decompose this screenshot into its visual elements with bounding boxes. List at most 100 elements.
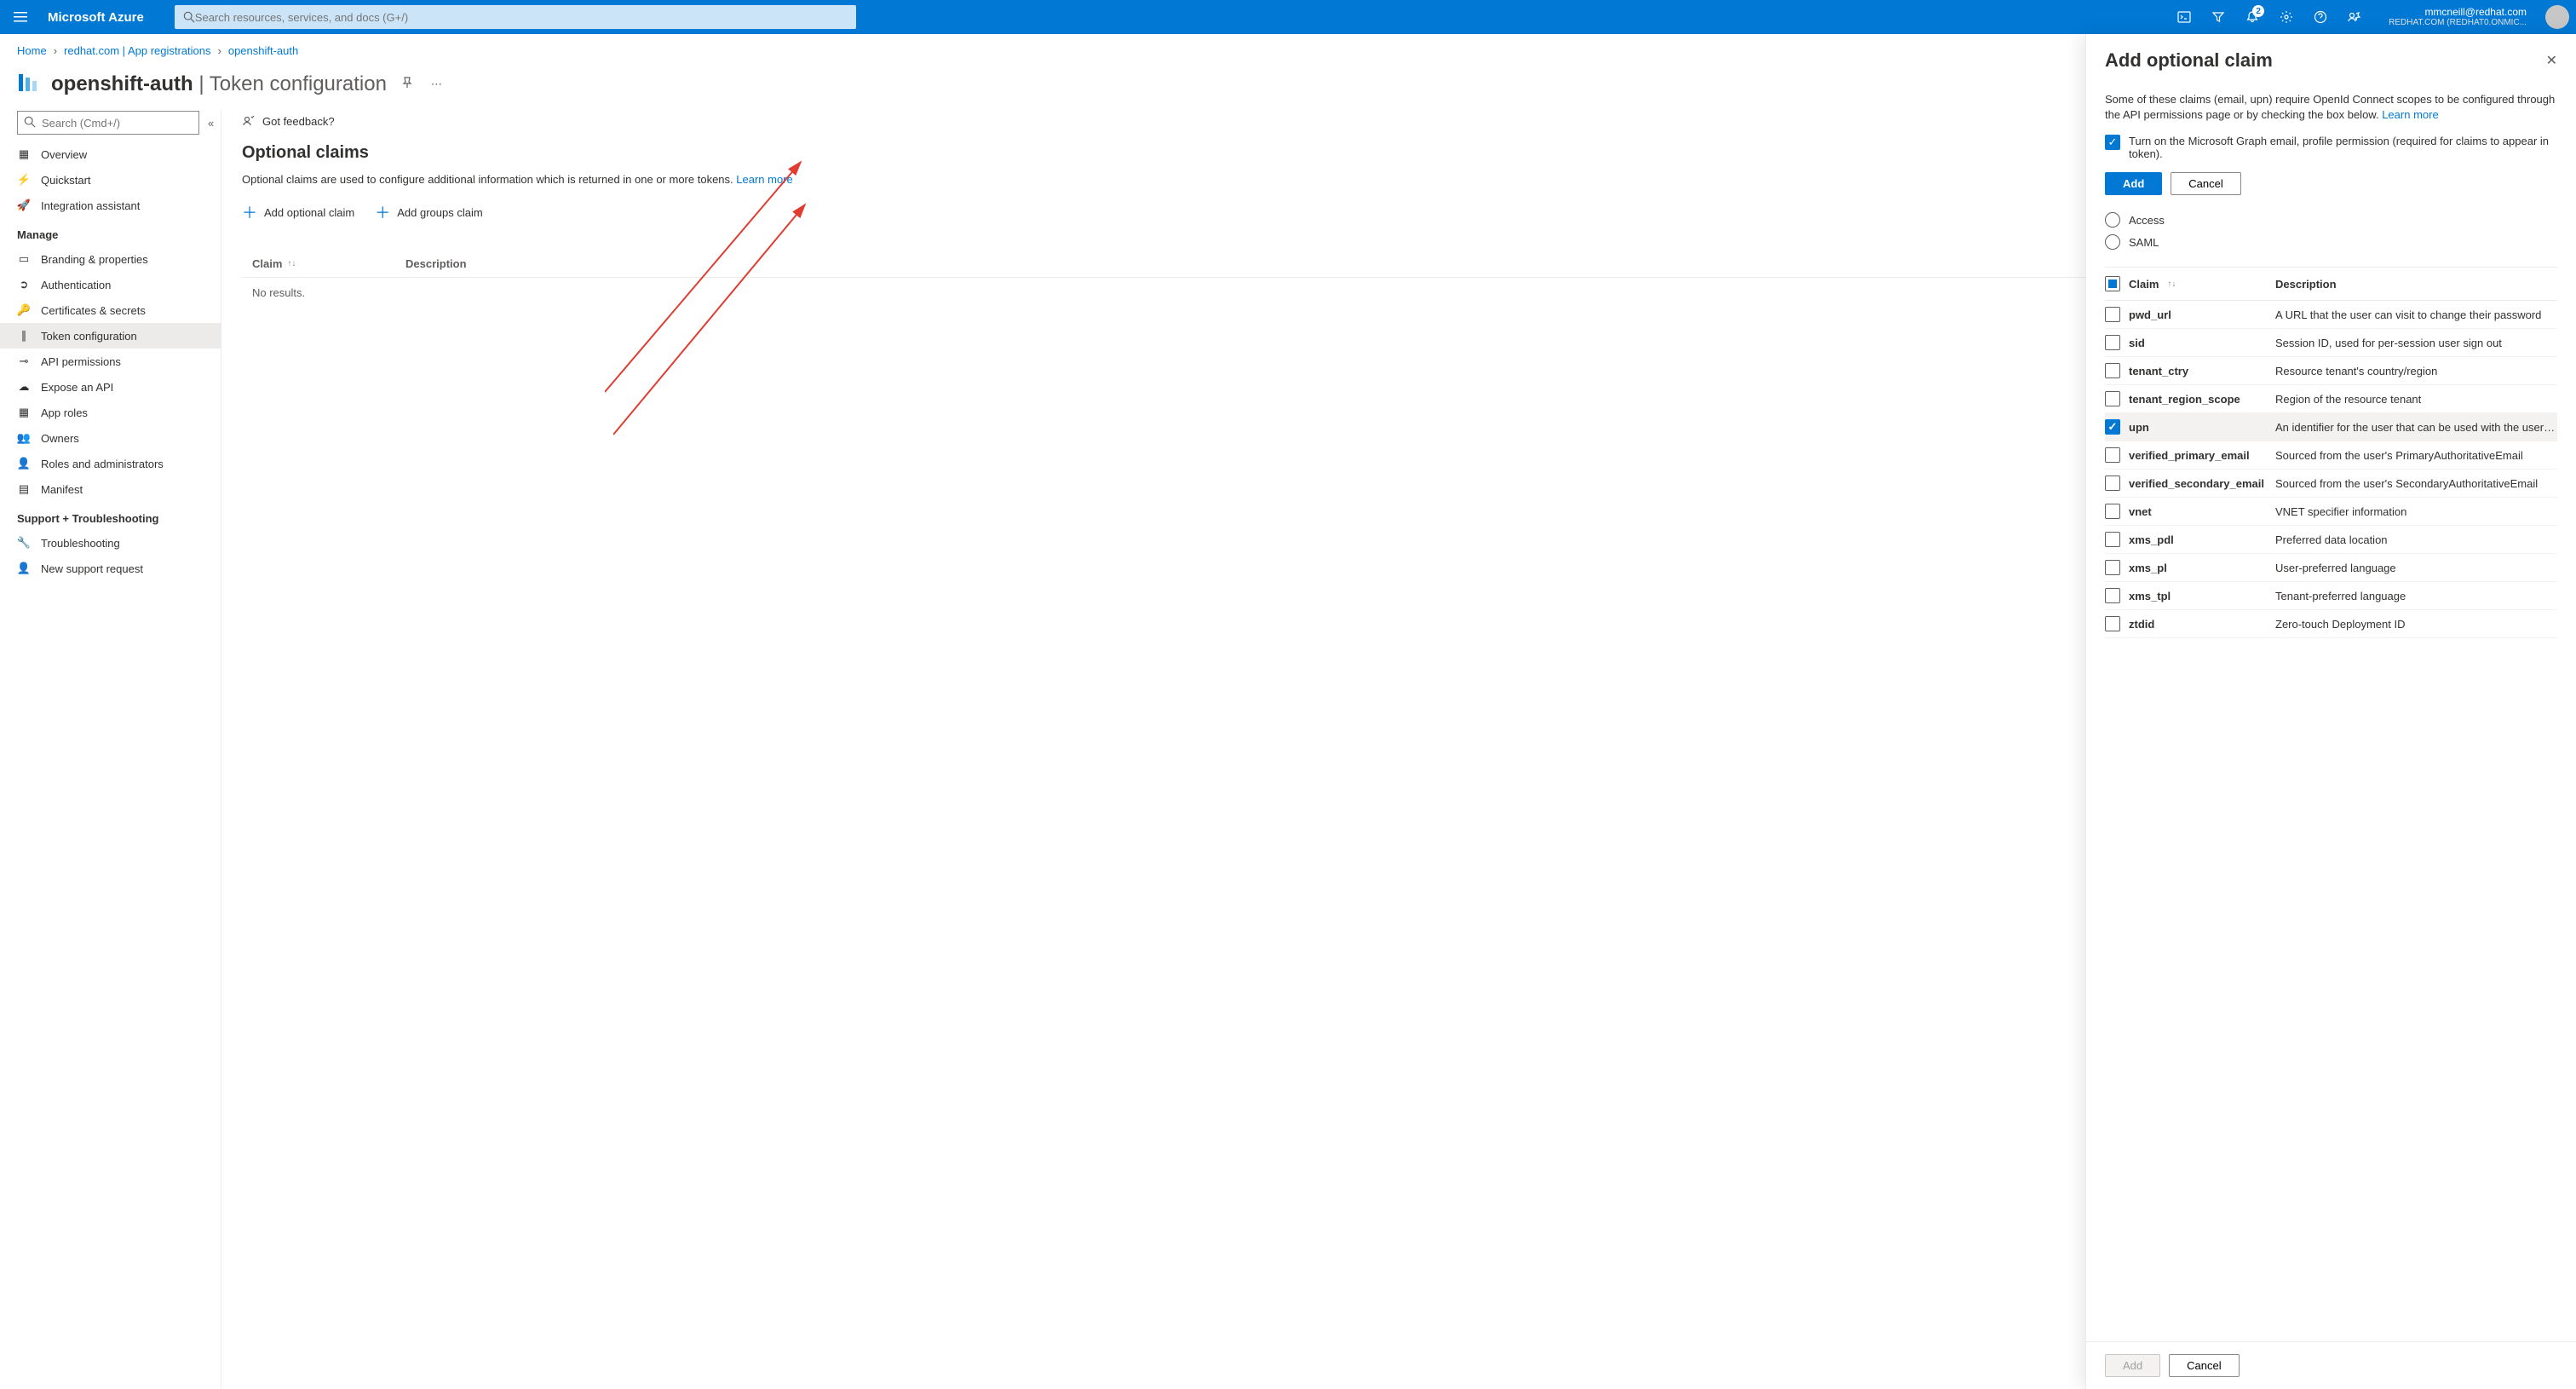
sidebar-item-support-request[interactable]: 👤New support request <box>0 556 221 581</box>
sidebar-item-quickstart[interactable]: ⚡Quickstart <box>0 167 221 193</box>
close-icon[interactable]: ✕ <box>2546 52 2557 69</box>
admins-icon: 👤 <box>17 457 31 470</box>
brand-label[interactable]: Microsoft Azure <box>48 10 144 25</box>
sidebar-item-branding[interactable]: ▭Branding & properties <box>0 246 221 272</box>
global-search[interactable] <box>175 5 856 29</box>
notification-badge: 2 <box>2252 5 2264 17</box>
footer-add-button[interactable]: Add <box>2105 1354 2160 1377</box>
cloud-shell-icon[interactable] <box>2171 3 2198 31</box>
claim-checkbox[interactable] <box>2105 560 2120 575</box>
sidebar-item-token-config[interactable]: ∥Token configuration <box>0 323 221 349</box>
column-claim[interactable]: Claim ↑↓ <box>252 257 405 270</box>
sidebar-item-manifest[interactable]: ▤Manifest <box>0 476 221 502</box>
panel-action-row: Add Cancel <box>2105 172 2557 195</box>
sidebar-item-integration[interactable]: 🚀Integration assistant <box>0 193 221 218</box>
rocket-icon: 🚀 <box>17 199 31 212</box>
claim-checkbox[interactable] <box>2105 475 2120 491</box>
top-bar: Microsoft Azure 2 mmcneill@redhat.com RE… <box>0 0 2576 34</box>
sidebar-item-roles-admins[interactable]: 👤Roles and administrators <box>0 451 221 476</box>
chevron-right-icon <box>218 44 221 57</box>
claim-name: pwd_url <box>2129 308 2171 321</box>
claim-row[interactable]: verified_secondary_email Sourced from th… <box>2105 470 2557 498</box>
filter-icon[interactable] <box>2205 3 2232 31</box>
sidebar-item-authentication[interactable]: ➲Authentication <box>0 272 221 297</box>
claim-checkbox[interactable] <box>2105 447 2120 463</box>
user-block[interactable]: mmcneill@redhat.com REDHAT.COM (REDHAT0.… <box>2389 6 2527 28</box>
footer-cancel-button[interactable]: Cancel <box>2169 1354 2239 1377</box>
add-groups-claim-button[interactable]: ＋Add groups claim <box>375 198 482 227</box>
cancel-button[interactable]: Cancel <box>2171 172 2240 195</box>
token-type-access[interactable]: Access <box>2105 209 2557 231</box>
token-type-saml[interactable]: SAML <box>2105 231 2557 253</box>
breadcrumb-openshift-auth[interactable]: openshift-auth <box>228 44 298 57</box>
notifications-icon[interactable]: 2 <box>2239 3 2266 31</box>
claim-row[interactable]: ✓ upn An identifier for the user that ca… <box>2105 413 2557 441</box>
user-tenant: REDHAT.COM (REDHAT0.ONMIC... <box>2389 18 2527 28</box>
feedback-icon[interactable] <box>2341 3 2368 31</box>
claim-description: Region of the resource tenant <box>2275 393 2557 406</box>
claim-name: verified_primary_email <box>2129 449 2250 462</box>
claim-row[interactable]: vnet VNET specifier information <box>2105 498 2557 526</box>
breadcrumb-home[interactable]: Home <box>17 44 47 57</box>
panel-learn-more-link[interactable]: Learn more <box>2382 108 2438 121</box>
claim-table-header: Claim ↑↓ Description <box>2105 267 2557 301</box>
breadcrumb-app-registrations[interactable]: redhat.com | App registrations <box>64 44 210 57</box>
key-icon: 🔑 <box>17 303 31 317</box>
global-search-input[interactable] <box>195 11 848 24</box>
claim-row[interactable]: xms_pl User-preferred language <box>2105 554 2557 582</box>
claim-checkbox[interactable] <box>2105 616 2120 631</box>
claim-checkbox[interactable] <box>2105 335 2120 350</box>
sidebar-item-api-permissions[interactable]: ⊸API permissions <box>0 349 221 374</box>
panel-header: Add optional claim ✕ <box>2086 34 2576 84</box>
learn-more-link[interactable]: Learn more <box>736 173 792 186</box>
search-icon <box>24 116 36 130</box>
hamburger-icon[interactable] <box>7 3 34 31</box>
top-icon-bar: 2 <box>2171 3 2368 31</box>
more-icon[interactable]: ⋯ <box>428 74 446 95</box>
claim-checkbox[interactable] <box>2105 504 2120 519</box>
sidebar-item-troubleshooting[interactable]: 🔧Troubleshooting <box>0 530 221 556</box>
help-icon[interactable] <box>2307 3 2334 31</box>
claim-name: verified_secondary_email <box>2129 477 2264 490</box>
api-perm-icon: ⊸ <box>17 354 31 368</box>
expose-icon: ☁ <box>17 380 31 394</box>
quickstart-icon: ⚡ <box>17 173 31 187</box>
claim-row[interactable]: verified_primary_email Sourced from the … <box>2105 441 2557 470</box>
claim-row[interactable]: xms_tpl Tenant-preferred language <box>2105 582 2557 610</box>
claim-row[interactable]: tenant_ctry Resource tenant's country/re… <box>2105 357 2557 385</box>
radio-icon <box>2105 212 2120 228</box>
claim-row[interactable]: pwd_url A URL that the user can visit to… <box>2105 301 2557 329</box>
add-button[interactable]: Add <box>2105 172 2162 195</box>
claim-checkbox[interactable]: ✓ <box>2105 419 2120 435</box>
claims-list: pwd_url A URL that the user can visit to… <box>2105 301 2557 638</box>
sidebar-item-app-roles[interactable]: ▦App roles <box>0 400 221 425</box>
claim-checkbox[interactable] <box>2105 307 2120 322</box>
claim-row[interactable]: xms_pdl Preferred data location <box>2105 526 2557 554</box>
claim-row[interactable]: ztdid Zero-touch Deployment ID <box>2105 610 2557 638</box>
claim-row[interactable]: sid Session ID, used for per-session use… <box>2105 329 2557 357</box>
sidebar-item-owners[interactable]: 👥Owners <box>0 425 221 451</box>
add-optional-claim-button[interactable]: ＋Add optional claim <box>242 198 354 227</box>
app-icon <box>17 71 41 97</box>
sidebar-item-certificates[interactable]: 🔑Certificates & secrets <box>0 297 221 323</box>
sidebar-item-overview[interactable]: ▦Overview <box>0 141 221 167</box>
claim-checkbox[interactable] <box>2105 363 2120 378</box>
claim-description: Preferred data location <box>2275 533 2557 546</box>
claim-checkbox[interactable] <box>2105 532 2120 547</box>
graph-permission-checkbox[interactable]: ✓ <box>2105 135 2120 150</box>
settings-icon[interactable] <box>2273 3 2300 31</box>
claim-description: Session ID, used for per-session user si… <box>2275 337 2557 349</box>
claim-name: upn <box>2129 421 2149 434</box>
graph-permission-label: Turn on the Microsoft Graph email, profi… <box>2129 135 2557 160</box>
roles-icon: ▦ <box>17 406 31 419</box>
pin-icon[interactable] <box>397 72 417 95</box>
claim-row[interactable]: tenant_region_scope Region of the resour… <box>2105 385 2557 413</box>
collapse-sidebar-icon[interactable]: « <box>204 113 217 133</box>
select-all-checkbox[interactable] <box>2105 276 2120 291</box>
sidebar-search-input[interactable] <box>17 111 199 135</box>
avatar[interactable] <box>2545 5 2569 29</box>
chevron-right-icon <box>54 44 57 57</box>
sidebar-item-expose-api[interactable]: ☁Expose an API <box>0 374 221 400</box>
claim-checkbox[interactable] <box>2105 391 2120 406</box>
claim-checkbox[interactable] <box>2105 588 2120 603</box>
